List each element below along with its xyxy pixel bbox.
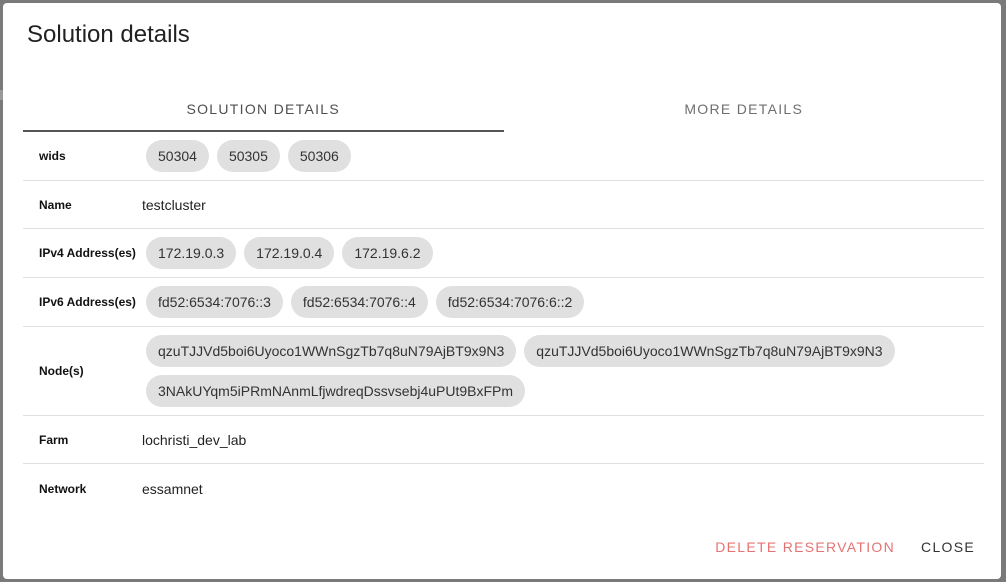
row-network: Network essamnet: [23, 464, 984, 513]
tab-solution-details[interactable]: Solution details: [23, 87, 504, 132]
network-value: essamnet: [142, 480, 203, 497]
row-name: Name testcluster: [23, 181, 984, 229]
ipv4-chips: 172.19.0.3 172.19.0.4 172.19.6.2: [142, 237, 433, 269]
solution-details-dialog: Solution details Solution details More d…: [3, 3, 1001, 579]
row-label: Node(s): [39, 364, 84, 378]
row-farm: Farm lochristi_dev_lab: [23, 416, 984, 464]
dialog-title: Solution details: [27, 21, 190, 48]
ipv6-chips: fd52:6534:7076::3 fd52:6534:7076::4 fd52…: [142, 286, 585, 318]
row-label: IPv4 Address(es): [39, 246, 136, 260]
node-chip[interactable]: qzuTJJVd5boi6Uyoco1WWnSgzTb7q8uN79AjBT9x…: [524, 335, 895, 367]
row-label: wids: [39, 149, 66, 163]
row-label: Farm: [39, 432, 69, 447]
row-ipv6: IPv6 Address(es) fd52:6534:7076::3 fd52:…: [23, 278, 984, 327]
ipv4-chip[interactable]: 172.19.0.3: [146, 237, 237, 269]
wid-chip[interactable]: 50306: [287, 140, 351, 172]
details-table: wids 50304 50305 50306 Name testcluster …: [23, 132, 984, 513]
node-chip[interactable]: 3NAkUYqm5iPRmNAnmLfjwdreqDssvsebj4uPUt9B…: [146, 375, 526, 407]
wid-chip[interactable]: 50305: [216, 140, 280, 172]
row-label: Network: [39, 481, 87, 496]
row-label: Name: [39, 197, 72, 212]
row-ipv4: IPv4 Address(es) 172.19.0.3 172.19.0.4 1…: [23, 229, 984, 278]
ipv6-chip[interactable]: fd52:6534:7076::3: [146, 286, 283, 318]
tab-bar: Solution details More details: [23, 87, 985, 132]
node-chip[interactable]: qzuTJJVd5boi6Uyoco1WWnSgzTb7q8uN79AjBT9x…: [146, 335, 517, 367]
wid-chip[interactable]: 50304: [146, 140, 209, 172]
node-chips: qzuTJJVd5boi6Uyoco1WWnSgzTb7q8uN79AjBT9x…: [142, 335, 984, 407]
farm-value: lochristi_dev_lab: [142, 431, 247, 448]
tab-more-details[interactable]: More details: [504, 87, 985, 131]
ipv4-chip[interactable]: 172.19.6.2: [342, 237, 433, 269]
wids-chips: 50304 50305 50306: [142, 140, 351, 172]
name-value: testcluster: [142, 196, 206, 213]
ipv6-chip[interactable]: fd52:6534:7076::4: [290, 286, 428, 318]
row-nodes: Node(s) qzuTJJVd5boi6Uyoco1WWnSgzTb7q8uN…: [23, 327, 984, 416]
row-wids: wids 50304 50305 50306: [23, 132, 984, 181]
ipv6-chip[interactable]: fd52:6534:7076:6::2: [435, 286, 585, 318]
dialog-actions: Delete reservation Close: [701, 531, 979, 563]
close-button[interactable]: Close: [907, 531, 979, 563]
delete-reservation-button[interactable]: Delete reservation: [701, 531, 899, 563]
ipv4-chip[interactable]: 172.19.0.4: [244, 237, 335, 269]
row-label: IPv6 Address(es): [39, 295, 136, 309]
